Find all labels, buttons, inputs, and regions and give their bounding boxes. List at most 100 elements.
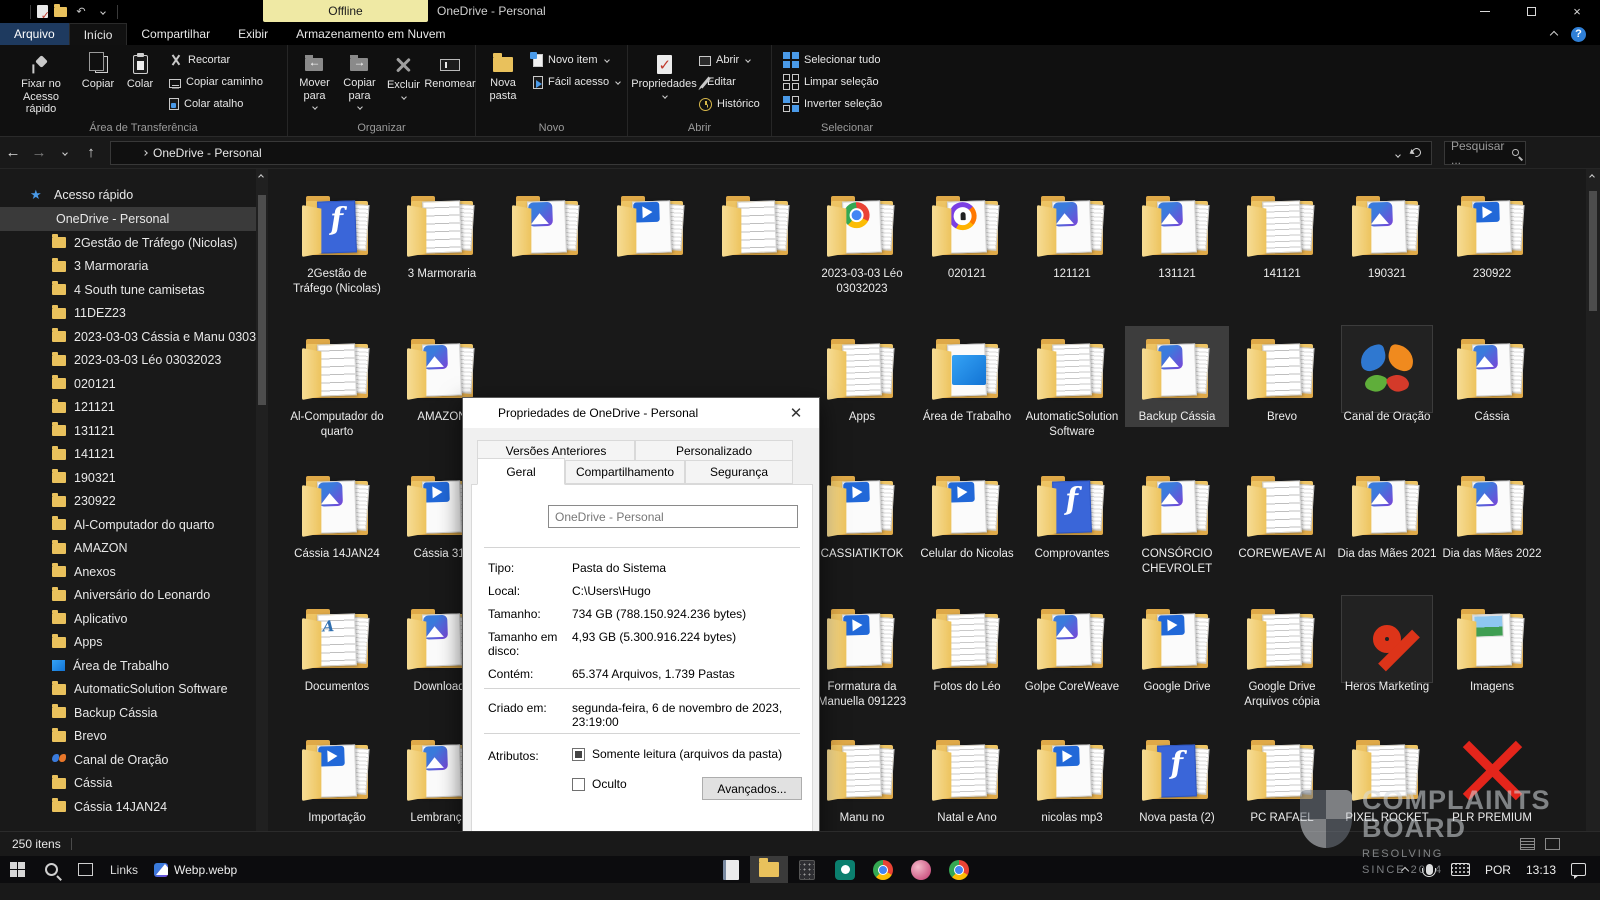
tab-seguranca[interactable]: Segurança — [685, 460, 793, 484]
tab-armazenamento-nuvem[interactable]: Armazenamento em Nuvem — [282, 23, 459, 45]
sidebar-item[interactable]: Aniversário do Leonardo — [0, 584, 256, 608]
move-to-button[interactable]: Mover para — [292, 49, 337, 112]
sidebar-item[interactable]: Aplicativo — [0, 607, 256, 631]
taskbar-app-notes[interactable] — [712, 856, 750, 883]
tab-compartilhar[interactable]: Compartilhar — [127, 23, 224, 45]
file-item[interactable]: Cássia 14JAN24 — [285, 463, 389, 564]
file-item[interactable]: Canal de Oração — [1335, 326, 1439, 427]
sidebar-item[interactable]: 190321 — [0, 466, 256, 490]
readonly-checkbox[interactable] — [572, 748, 585, 761]
file-item[interactable] — [600, 183, 704, 269]
file-item[interactable]: Google Drive — [1125, 596, 1229, 697]
file-item[interactable]: Brevo — [1230, 326, 1334, 427]
copy-to-button[interactable]: Copiar para — [337, 49, 382, 112]
sidebar-item[interactable]: 2023-03-03 Léo 03032023 — [0, 349, 256, 373]
sidebar-item[interactable]: 141121 — [0, 443, 256, 467]
scrollbar-thumb[interactable] — [1589, 191, 1597, 311]
up-button[interactable]: ↑ — [78, 144, 104, 161]
paste-shortcut-button[interactable]: Colar atalho — [166, 95, 266, 113]
taskbar-app-explorer[interactable] — [750, 856, 788, 883]
dialog-close-icon[interactable]: ✕ — [781, 404, 811, 422]
readonly-checkbox-row[interactable]: Somente leitura (arquivos da pasta) — [572, 747, 808, 761]
back-button[interactable]: ← — [0, 144, 26, 161]
address-field[interactable]: OneDrive - Personal — [110, 141, 1432, 165]
advanced-button[interactable]: Avançados... — [702, 777, 802, 800]
file-item[interactable]: Golpe CoreWeave — [1020, 596, 1124, 697]
touch-keyboard-icon[interactable] — [1451, 863, 1470, 876]
tab-compartilhamento[interactable]: Compartilhamento — [565, 460, 685, 484]
file-item[interactable]: Google Drive Arquivos cópia — [1230, 596, 1334, 712]
copy-path-button[interactable]: Copiar caminho — [166, 73, 266, 91]
new-item-button[interactable]: Novo item — [530, 51, 623, 69]
file-item[interactable]: Apps — [810, 326, 914, 427]
file-item[interactable]: Fotos do Léo — [915, 596, 1019, 697]
file-item[interactable]: ADocumentos — [285, 596, 389, 697]
history-chevron-icon[interactable] — [52, 151, 78, 155]
sidebar-scrollbar[interactable] — [256, 169, 268, 831]
task-view-icon[interactable] — [68, 856, 102, 883]
sidebar-item[interactable]: Cássia — [0, 772, 256, 796]
properties-qat-icon[interactable] — [37, 5, 48, 18]
sidebar-item[interactable]: 11DEZ23 — [0, 302, 256, 326]
address-dropdown-icon[interactable] — [1396, 146, 1400, 160]
sidebar-item-onedrive[interactable]: OneDrive - Personal — [0, 207, 256, 231]
microphone-icon[interactable] — [1426, 864, 1433, 875]
content-scrollbar[interactable] — [1586, 169, 1600, 831]
file-item[interactable]: Dia das Mães 2022 — [1440, 463, 1544, 564]
sidebar-item[interactable]: Canal de Oração — [0, 748, 256, 772]
scroll-up-icon[interactable] — [1589, 174, 1595, 180]
file-item[interactable]: 141121 — [1230, 183, 1334, 284]
scroll-up-icon[interactable] — [258, 174, 264, 180]
collapse-ribbon-icon[interactable] — [1551, 27, 1557, 41]
folder-name-field[interactable]: OneDrive - Personal — [548, 505, 798, 528]
sidebar-item[interactable]: 020121 — [0, 372, 256, 396]
sidebar-item[interactable]: 4 South tune camisetas — [0, 278, 256, 302]
taskbar-app-browser[interactable] — [940, 856, 978, 883]
sidebar-item[interactable]: 121121 — [0, 396, 256, 420]
taskbar-app-calculator[interactable] — [788, 856, 826, 883]
sidebar-item[interactable]: Brevo — [0, 725, 256, 749]
clock[interactable]: 13:13 — [1526, 863, 1556, 877]
search-input[interactable]: Pesquisar ... — [1444, 141, 1526, 165]
file-item[interactable]: 190321 — [1335, 183, 1439, 284]
file-item[interactable] — [705, 183, 809, 269]
tab-geral[interactable]: Geral — [477, 458, 565, 485]
sidebar-item[interactable]: Backup Cássia — [0, 701, 256, 725]
file-item[interactable]: 020121 — [915, 183, 1019, 284]
pin-quick-access-button[interactable]: Fixar no Acesso rápido — [6, 49, 76, 119]
file-item[interactable]: Al-Computador do quarto — [285, 326, 389, 442]
thumbnails-view-icon[interactable] — [1545, 838, 1560, 850]
file-item[interactable]: PIXEL ROCKET — [1335, 727, 1439, 828]
sidebar-item[interactable]: 2Gestão de Tráfego (Nicolas) — [0, 231, 256, 255]
tab-inicio[interactable]: Início — [69, 23, 128, 45]
copy-button[interactable]: Copiar — [76, 49, 120, 94]
tray-expand-icon[interactable] — [1402, 863, 1408, 877]
file-item[interactable] — [495, 183, 599, 269]
file-item[interactable]: Celular do Nicolas — [915, 463, 1019, 564]
scrollbar-thumb[interactable] — [258, 195, 266, 405]
file-item[interactable]: Cássia — [1440, 326, 1544, 427]
file-item[interactable]: nicolas mp3 — [1020, 727, 1124, 828]
file-item[interactable]: PC RAFAEL — [1230, 727, 1334, 828]
taskbar-app-pink[interactable] — [902, 856, 940, 883]
help-icon[interactable]: ? — [1571, 27, 1586, 42]
file-item[interactable]: CASSIATIKTOK — [810, 463, 914, 564]
minimize-button[interactable] — [1462, 0, 1508, 23]
paste-button[interactable]: Colar — [120, 49, 160, 94]
taskbar-app-chrome[interactable] — [864, 856, 902, 883]
file-item[interactable]: f2Gestão de Tráfego (Nicolas) — [285, 183, 389, 299]
file-item[interactable]: Formatura da Manuella 091223 — [810, 596, 914, 712]
file-item[interactable]: 131121 — [1125, 183, 1229, 284]
webp-file-shortcut[interactable]: Webp.webp — [146, 863, 245, 877]
sidebar-item[interactable]: Apps — [0, 631, 256, 655]
rename-button[interactable]: Renomear — [425, 49, 475, 94]
sidebar-item-quick-access[interactable]: ★ Acesso rápido — [0, 183, 256, 207]
sidebar-item[interactable]: Al-Computador do quarto — [0, 513, 256, 537]
offline-badge[interactable]: Offline — [263, 0, 428, 22]
maximize-button[interactable] — [1508, 0, 1554, 23]
file-item[interactable]: fNova pasta (2) — [1125, 727, 1229, 828]
clear-selection-button[interactable]: Limpar seleção — [780, 73, 885, 91]
sidebar-item[interactable]: AMAZON — [0, 537, 256, 561]
qat-customize-chevron-icon[interactable] — [95, 4, 111, 20]
forward-button[interactable]: → — [26, 144, 52, 161]
